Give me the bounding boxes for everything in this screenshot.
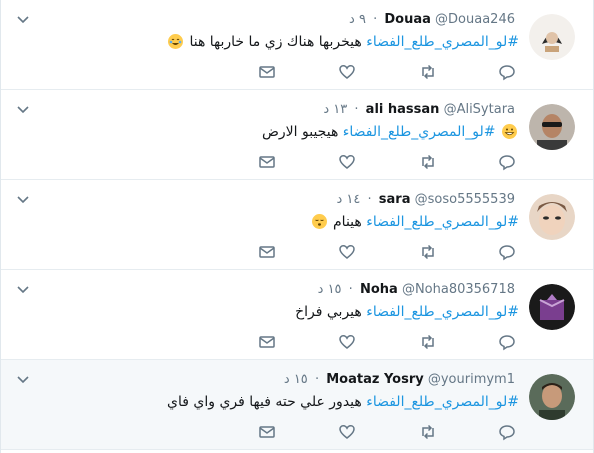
timestamp[interactable]: ١٥ د [318, 282, 342, 297]
tweet-body: هيجيبو الارض [261, 124, 339, 140]
hashtag-link[interactable]: #لو_المصري_طلع_الفضاء [366, 214, 519, 230]
tweet-actions [1, 423, 593, 441]
separator-dot: · [314, 372, 320, 387]
chevron-down-icon[interactable] [17, 376, 29, 384]
tweet-text: #لو_المصري_طلع_الفضاء هينام [41, 214, 519, 230]
display-name[interactable]: Douaa [384, 12, 431, 27]
timestamp[interactable]: ١٤ د [336, 192, 360, 207]
direct-message-icon[interactable] [258, 423, 276, 441]
hashtag-link[interactable]: #لو_المصري_طلع_الفضاء [343, 124, 496, 140]
reply-icon[interactable] [498, 63, 516, 81]
separator-dot: · [373, 12, 378, 27]
display-name[interactable]: Moataz Yosry [326, 372, 424, 387]
avatar[interactable] [529, 104, 575, 150]
hashtag-link[interactable]: #لو_المصري_طلع_الفضاء [366, 34, 519, 50]
tweet[interactable]: sara @soso5555539 · ١٤ د #لو_المصري_طلع_… [1, 180, 593, 270]
user-handle[interactable]: @AliSytara [444, 102, 515, 117]
tweet-actions [1, 63, 593, 81]
tweet[interactable]: Douaa @Douaa246 · ٩ د #لو_المصري_طلع_الف… [1, 0, 593, 90]
tweet-header: Douaa @Douaa246 · ٩ د [51, 12, 519, 27]
direct-message-icon[interactable] [258, 333, 276, 351]
chevron-down-icon[interactable] [17, 16, 29, 24]
hashtag-link[interactable]: #لو_المصري_طلع_الفضاء [366, 394, 519, 410]
tweet-header: Moataz Yosry @yourimym1 · ١٥ د [51, 372, 519, 387]
tweet-actions [1, 153, 593, 171]
chevron-down-icon[interactable] [17, 196, 29, 204]
tweet[interactable]: Noha @Noha80356718 · ١٥ د #لو_المصري_طلع… [1, 270, 593, 360]
chevron-down-icon[interactable] [17, 106, 29, 114]
tweet-feed: Douaa @Douaa246 · ٩ د #لو_المصري_طلع_الف… [0, 0, 594, 453]
user-handle[interactable]: @Douaa246 [435, 12, 515, 27]
reply-icon[interactable] [498, 333, 516, 351]
joy-emoji [168, 34, 184, 49]
reply-icon[interactable] [498, 243, 516, 261]
avatar[interactable] [529, 284, 575, 330]
direct-message-icon[interactable] [258, 63, 276, 81]
avatar[interactable] [529, 194, 575, 240]
retweet-icon[interactable] [419, 423, 437, 441]
timestamp[interactable]: ١٣ د [323, 102, 347, 117]
display-name[interactable]: Noha [360, 282, 398, 297]
like-icon[interactable] [338, 243, 356, 261]
direct-message-icon[interactable] [258, 243, 276, 261]
tweet[interactable]: Moataz Yosry @yourimym1 · ١٥ د #لو_المصر… [1, 360, 593, 450]
like-icon[interactable] [338, 153, 356, 171]
display-name[interactable]: sara [379, 192, 411, 207]
tweet-body: هيخربها هناك زي ما خاربها هنا [189, 34, 362, 50]
like-icon[interactable] [338, 333, 356, 351]
tweet-body: هيدور علي حته فيها فري واي فاي [167, 394, 362, 410]
tweet-actions [1, 333, 593, 351]
avatar[interactable] [529, 374, 575, 420]
hashtag-link[interactable]: #لو_المصري_طلع_الفضاء [366, 304, 519, 320]
tweet-header: ali hassan @AliSytara · ١٣ د [51, 102, 519, 117]
chevron-down-icon[interactable] [17, 286, 29, 294]
tweet-body: هينام [333, 214, 362, 230]
tweet-actions [1, 243, 593, 261]
grin-emoji [502, 124, 517, 139]
timestamp[interactable]: ٩ د [349, 12, 366, 27]
display-name[interactable]: ali hassan [366, 102, 440, 117]
user-handle[interactable]: @yourimym1 [428, 372, 515, 387]
separator-dot: · [367, 192, 372, 207]
retweet-icon[interactable] [419, 63, 437, 81]
like-icon[interactable] [338, 63, 356, 81]
timestamp[interactable]: ١٥ د [284, 372, 308, 387]
sleeping-emoji [311, 214, 327, 229]
tweet-text: #لو_المصري_طلع_الفضاء هيربي فراخ [41, 304, 519, 320]
like-icon[interactable] [338, 423, 356, 441]
tweet-header: sara @soso5555539 · ١٤ د [51, 192, 519, 207]
tweet-text: #لو_المصري_طلع_الفضاء هيجيبو الارض [41, 124, 519, 140]
reply-icon[interactable] [498, 423, 516, 441]
tweet-header: Noha @Noha80356718 · ١٥ د [51, 282, 519, 297]
separator-dot: · [348, 282, 353, 297]
tweet-text: #لو_المصري_طلع_الفضاء هيدور علي حته فيها… [41, 394, 519, 410]
reply-icon[interactable] [498, 153, 516, 171]
retweet-icon[interactable] [419, 243, 437, 261]
tweet-body: هيربي فراخ [295, 304, 362, 320]
user-handle[interactable]: @Noha80356718 [402, 282, 515, 297]
avatar[interactable] [529, 14, 575, 60]
tweet-text: #لو_المصري_طلع_الفضاء هيخربها هناك زي ما… [41, 34, 519, 50]
tweet[interactable]: ali hassan @AliSytara · ١٣ د #لو_المصري_… [1, 90, 593, 180]
retweet-icon[interactable] [419, 333, 437, 351]
user-handle[interactable]: @soso5555539 [415, 192, 515, 207]
retweet-icon[interactable] [419, 153, 437, 171]
direct-message-icon[interactable] [258, 153, 276, 171]
separator-dot: · [354, 102, 359, 117]
